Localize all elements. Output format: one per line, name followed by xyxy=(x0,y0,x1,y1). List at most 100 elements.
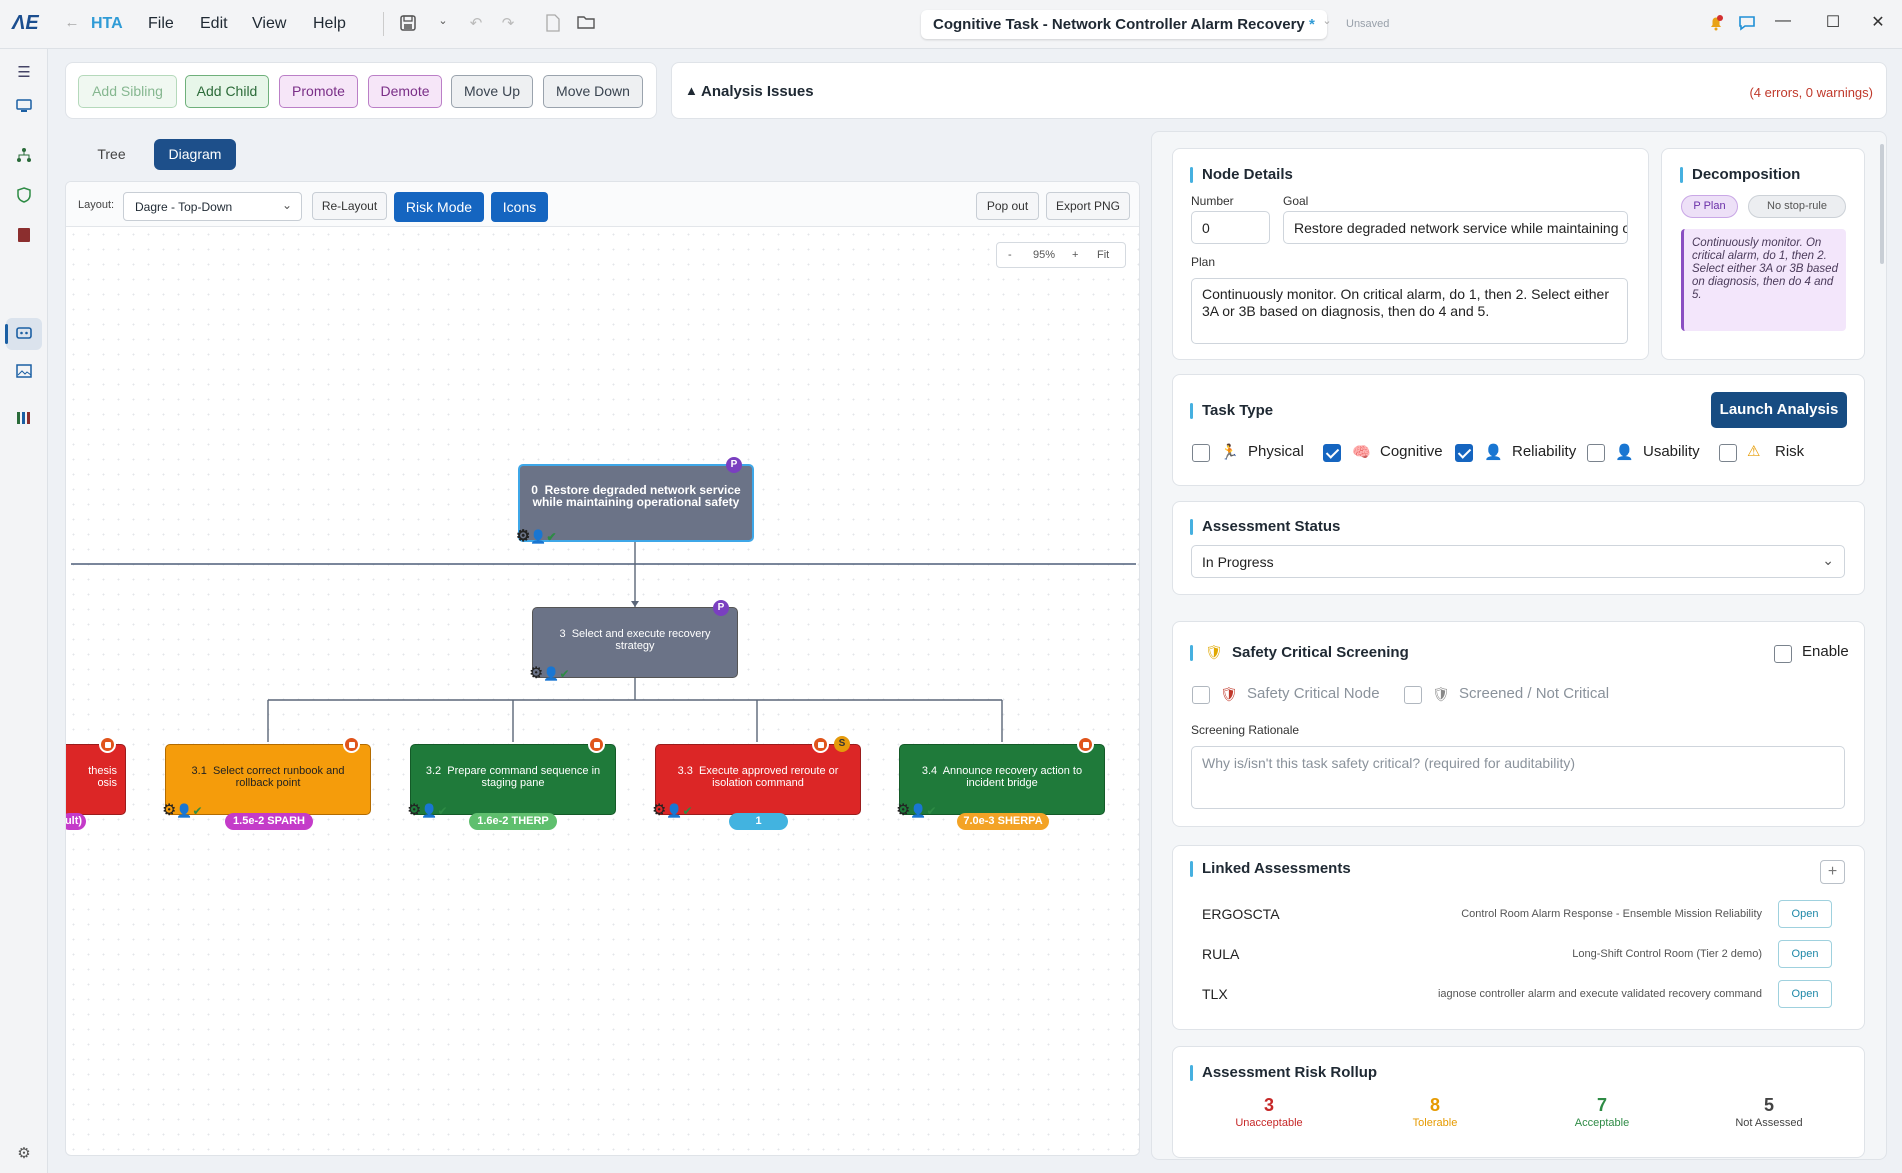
minimize-icon[interactable]: — xyxy=(1768,12,1798,36)
diagram-node-partial[interactable]: thesis osis xyxy=(66,744,126,815)
chat-icon[interactable] xyxy=(1737,14,1757,34)
number-field[interactable]: 0 xyxy=(1191,211,1270,244)
risk-checkbox[interactable] xyxy=(1719,444,1737,462)
reliability-icon: 👤 xyxy=(1484,444,1503,461)
menu-help[interactable]: Help xyxy=(313,15,346,33)
robot-icon[interactable] xyxy=(12,324,36,346)
diagram-node-3-4[interactable]: 3.4 Announce recovery action to incident… xyxy=(896,744,1105,819)
risk-label: 7.0e-3 SHERPA xyxy=(957,813,1049,830)
linked-assessment-row: ERGOSCTA Control Room Alarm Response - E… xyxy=(1202,900,1832,930)
maximize-icon[interactable]: ☐ xyxy=(1818,12,1848,36)
assessment-name: TLX xyxy=(1202,986,1228,1002)
stat-label: Unacceptable xyxy=(1235,1117,1303,1129)
sidebar: ☰ ⚙ xyxy=(0,49,48,1173)
stat-value: 3 xyxy=(1263,1095,1274,1115)
diagram-node-3-1[interactable]: 3.1 Select correct runbook and rollback … xyxy=(162,744,371,819)
back-arrow-icon[interactable]: ← xyxy=(62,14,82,34)
plan-tag[interactable]: P Plan xyxy=(1681,195,1738,218)
cognitive-reliability-icons: ⚙👤✔ xyxy=(162,802,203,819)
open-assessment-button[interactable]: Open xyxy=(1778,980,1832,1008)
library-icon[interactable] xyxy=(12,411,36,433)
add-child-button[interactable]: Add Child xyxy=(185,75,269,108)
diagram-canvas[interactable]: Layout: Dagre - Top-Down ⌄ Re-Layout Ris… xyxy=(65,181,1140,1156)
add-linked-assessment-button[interactable]: + xyxy=(1820,860,1845,884)
reliability-checkbox[interactable] xyxy=(1455,444,1473,462)
screening-rationale-label: Screening Rationale xyxy=(1191,723,1300,737)
risk-label: 1 HEART xyxy=(729,813,788,844)
open-assessment-button[interactable]: Open xyxy=(1778,900,1832,928)
plan-field[interactable]: Continuously monitor. On critical alarm,… xyxy=(1191,278,1628,344)
node-label: Select correct runbook and rollback poin… xyxy=(212,765,345,789)
diagram-node-3[interactable]: 3 Select and execute recovery strategy ⚙… xyxy=(529,607,738,682)
cognitive-brain-icon: 🧠 xyxy=(1352,444,1371,461)
chevron-down-icon: ⌄ xyxy=(1822,552,1834,568)
move-down-button[interactable]: Move Down xyxy=(543,75,643,108)
hierarchy-icon[interactable] xyxy=(12,147,36,169)
add-sibling-button[interactable]: Add Sibling xyxy=(78,75,177,108)
redo-icon[interactable]: ↷ xyxy=(498,14,518,34)
cognitive-label: Cognitive xyxy=(1380,443,1443,460)
safety-badge: S xyxy=(834,736,850,752)
shield-icon[interactable] xyxy=(12,187,36,209)
screening-rationale-field[interactable]: Why is/isn't this task safety critical? … xyxy=(1191,746,1845,809)
stat-label: Tolerable xyxy=(1412,1117,1458,1129)
node-number: 3 xyxy=(559,628,566,640)
safety-critical-checkbox[interactable] xyxy=(1192,686,1210,704)
chevron-down-icon[interactable]: ⌄ xyxy=(1317,14,1337,34)
decomposition-title: Decomposition xyxy=(1680,166,1800,183)
app-name: HTA xyxy=(91,15,123,32)
save-icon[interactable] xyxy=(398,14,418,34)
save-state: Unsaved xyxy=(1346,18,1390,30)
issues-title: Analysis Issues xyxy=(701,83,814,100)
book-icon[interactable] xyxy=(12,227,36,249)
diagram-node-3-2[interactable]: 3.2 Prepare command sequence in staging … xyxy=(407,744,616,819)
promote-button[interactable]: Promote xyxy=(279,75,358,108)
notification-bell-icon[interactable] xyxy=(1706,14,1726,34)
screened-checkbox[interactable] xyxy=(1404,686,1422,704)
hamburger-menu-icon[interactable]: ☰ xyxy=(12,63,36,85)
monitor-icon[interactable] xyxy=(12,99,36,121)
screened-label: Screened / Not Critical xyxy=(1459,685,1610,702)
tab-tree[interactable]: Tree xyxy=(83,139,140,170)
analysis-issues-panel[interactable]: ▲ Analysis Issues (4 errors, 0 warnings) xyxy=(671,62,1887,119)
diagram-node-root[interactable]: 0 Restore degraded network service while… xyxy=(516,464,754,545)
settings-gear-icon[interactable]: ⚙ xyxy=(12,1144,36,1166)
demote-button[interactable]: Demote xyxy=(368,75,442,108)
plan-label: Plan xyxy=(1191,255,1216,269)
physical-checkbox[interactable] xyxy=(1192,444,1210,462)
cognitive-checkbox[interactable] xyxy=(1323,444,1341,462)
node-number: 3.1 xyxy=(191,765,207,777)
cognitive-reliability-icons: ⚙👤✔ xyxy=(516,528,557,545)
usability-label: Usability xyxy=(1643,443,1700,460)
new-file-icon[interactable] xyxy=(543,14,563,34)
usability-checkbox[interactable] xyxy=(1587,444,1605,462)
node-number: 3.3 xyxy=(677,765,693,777)
image-gallery-icon[interactable] xyxy=(12,364,36,386)
divider xyxy=(383,12,384,36)
plan-badge: P xyxy=(726,457,742,473)
goal-field[interactable]: Restore degraded network service while m… xyxy=(1283,211,1628,244)
launch-analysis-button[interactable]: Launch Analysis xyxy=(1711,392,1847,428)
assessment-description: iagnose controller alarm and execute val… xyxy=(1437,988,1762,1000)
chevron-down-icon[interactable]: ⌄ xyxy=(433,14,453,34)
stat-tolerable: 8 Tolerable xyxy=(1365,1095,1505,1129)
close-icon[interactable]: ✕ xyxy=(1863,12,1893,36)
undo-icon[interactable]: ↶ xyxy=(466,14,486,34)
reliability-label: Reliability xyxy=(1512,443,1577,460)
enable-checkbox[interactable] xyxy=(1774,645,1792,663)
open-folder-icon[interactable] xyxy=(576,14,596,34)
node-number: 3.4 xyxy=(921,765,938,777)
move-up-button[interactable]: Move Up xyxy=(451,75,533,108)
scrollbar[interactable] xyxy=(1880,144,1884,264)
tab-diagram[interactable]: Diagram xyxy=(154,139,236,170)
document-title[interactable]: Cognitive Task - Network Controller Alar… xyxy=(921,10,1327,39)
stop-rule-tag[interactable]: No stop-rule xyxy=(1748,195,1846,218)
stat-label: Acceptable xyxy=(1574,1117,1630,1129)
menu-view[interactable]: View xyxy=(252,15,286,33)
assessment-status-select[interactable]: In Progress ⌄ xyxy=(1191,545,1845,578)
open-assessment-button[interactable]: Open xyxy=(1778,940,1832,968)
stat-value: 5 xyxy=(1763,1095,1774,1115)
diagram-node-3-3[interactable]: 3.3 Execute approved reroute or isolatio… xyxy=(652,744,861,819)
menu-edit[interactable]: Edit xyxy=(200,15,228,33)
menu-file[interactable]: File xyxy=(148,15,174,33)
